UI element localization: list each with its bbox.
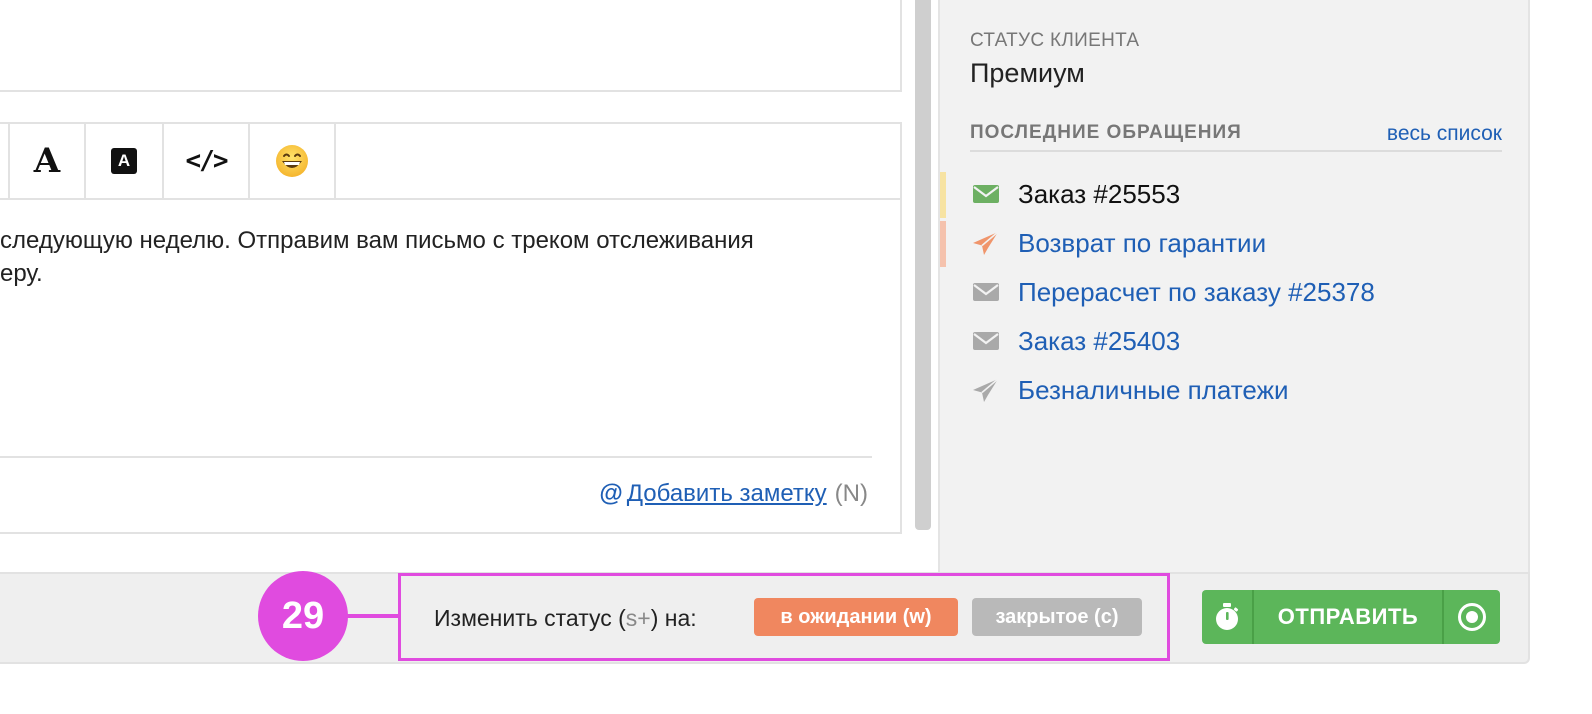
recent-request-item[interactable]: Возврат по гарантии	[940, 219, 1500, 268]
recent-requests-list: Заказ #25553 Возврат по гарантии Перерасче…	[940, 170, 1500, 415]
customer-sidebar: СТАТУС КЛИЕНТА Премиум ПОСЛЕДНИЕ ОБРАЩЕН…	[938, 0, 1530, 572]
scheduled-send-button[interactable]	[1202, 590, 1254, 644]
radio-target-icon	[1458, 603, 1486, 631]
request-priority-marker	[940, 221, 946, 267]
editor-divider	[0, 456, 872, 458]
editor-scrollbar[interactable]	[915, 0, 931, 530]
stopwatch-icon	[1216, 603, 1239, 630]
send-button[interactable]: ОТПРАВИТЬ	[1254, 590, 1442, 644]
envelope-icon	[972, 182, 1000, 206]
change-status-suffix: ) на:	[650, 605, 697, 631]
change-status-prefix: Изменить статус (	[434, 605, 626, 631]
editor-content[interactable]: следующую неделю. Отправим вам письмо с …	[0, 224, 880, 290]
recent-request-item: Заказ #25553	[940, 170, 1500, 219]
highlight-icon: A	[111, 148, 137, 174]
code-button[interactable]: </>	[164, 124, 250, 198]
font-icon: A	[33, 141, 61, 181]
font-button[interactable]: A	[10, 124, 86, 198]
recent-request-item[interactable]: Безналичные платежи	[940, 366, 1500, 415]
highlight-button[interactable]: A	[86, 124, 164, 198]
recent-request-label[interactable]: Безналичные платежи	[1018, 375, 1289, 406]
customer-status-value: Премиум	[970, 58, 1085, 88]
reply-editor[interactable]: A A </> следующую неделю. Отправим вам п…	[0, 122, 902, 534]
emoji-icon	[276, 145, 308, 177]
add-note-row: @ Добавить заметку (N)	[599, 480, 868, 508]
change-status-shortcut: s+	[625, 605, 651, 631]
envelope-icon	[972, 280, 1000, 304]
paper-plane-icon	[972, 378, 1000, 402]
recent-request-item[interactable]: Заказ #25403	[940, 317, 1500, 366]
recent-request-label[interactable]: Перерасчет по заказу #25378	[1018, 277, 1375, 308]
recent-request-label[interactable]: Заказ #25403	[1018, 326, 1180, 357]
add-note-shortcut: (N)	[834, 480, 868, 507]
emoji-button[interactable]	[250, 124, 336, 198]
recent-requests-title: ПОСЛЕДНИЕ ОБРАЩЕНИЯ	[970, 122, 1242, 143]
editor-line: следующую неделю. Отправим вам письмо с …	[0, 227, 754, 254]
toolbar-partial-button[interactable]	[0, 124, 10, 198]
previous-message-box	[0, 0, 902, 92]
paper-plane-icon	[972, 231, 1000, 255]
recent-request-label: Заказ #25553	[1018, 179, 1181, 209]
status-closed-button[interactable]: закрытое (c)	[972, 598, 1142, 636]
all-requests-link[interactable]: весь список	[1387, 122, 1502, 146]
customer-status-label: СТАТУС КЛИЕНТА	[970, 30, 1140, 51]
editor-line: еру.	[0, 260, 43, 287]
add-note-link[interactable]: Добавить заметку	[627, 480, 827, 508]
status-pending-button[interactable]: в ожидании (w)	[754, 598, 958, 636]
recent-request-label[interactable]: Возврат по гарантии	[1018, 228, 1266, 259]
envelope-icon	[972, 329, 1000, 353]
send-button-group: ОТПРАВИТЬ	[1202, 590, 1500, 644]
callout-connector	[346, 614, 400, 618]
change-status-label: Изменить статус (s+) на:	[434, 605, 697, 632]
request-priority-marker	[940, 172, 946, 218]
recent-requests-header: ПОСЛЕДНИЕ ОБРАЩЕНИЯ весь список	[970, 122, 1502, 152]
editor-toolbar: A A </>	[0, 124, 900, 200]
code-icon: </>	[185, 146, 229, 176]
callout-badge: 29	[258, 571, 348, 661]
at-icon: @	[599, 480, 623, 507]
send-options-button[interactable]	[1442, 590, 1500, 644]
recent-request-item[interactable]: Перерасчет по заказу #25378	[940, 268, 1500, 317]
